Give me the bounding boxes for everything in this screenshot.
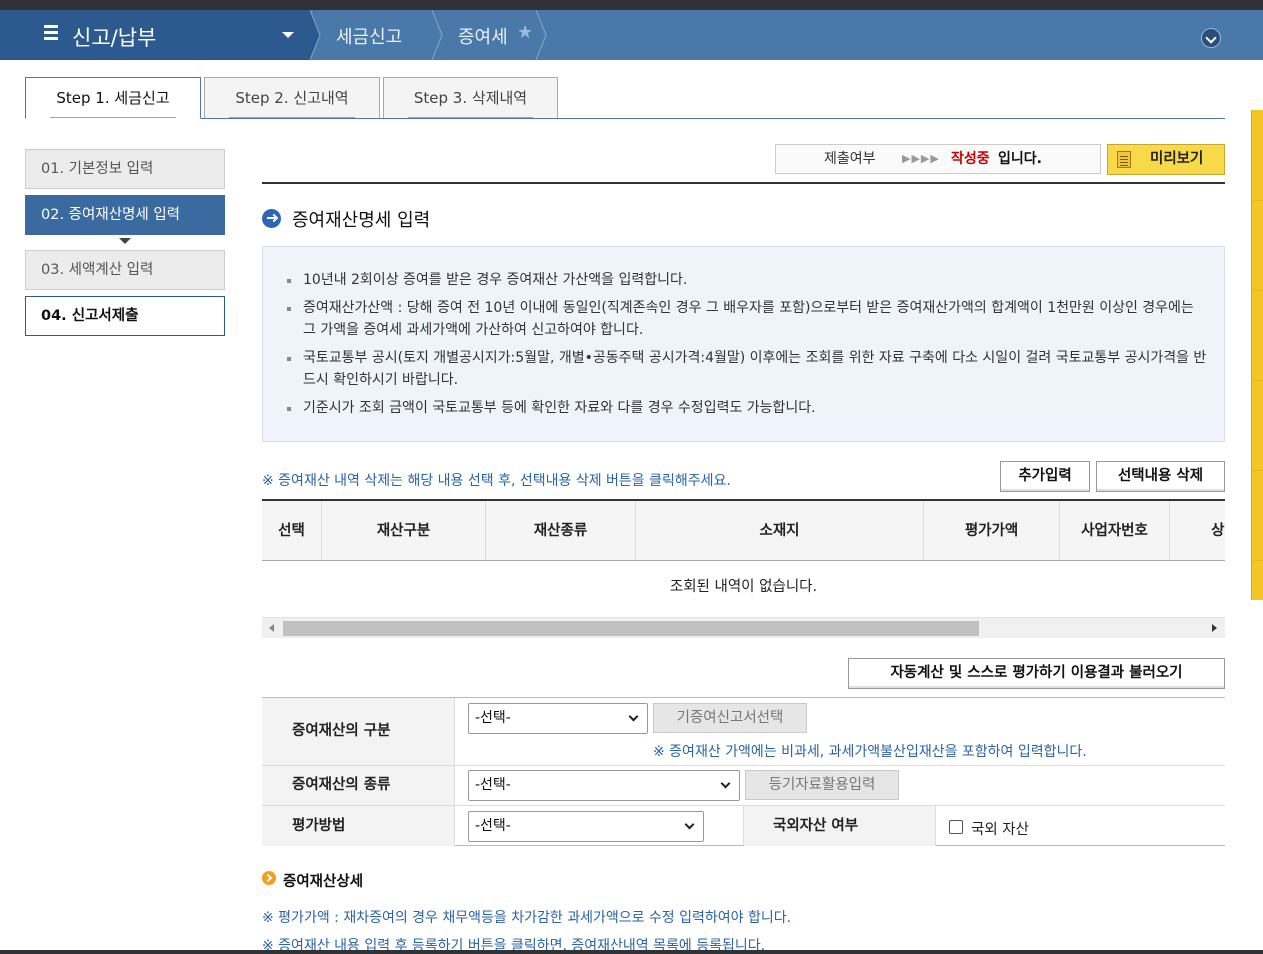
tab-step1-label: Step 1. 세금신고 <box>56 89 170 107</box>
type-label: 증여재산의 종류 <box>262 766 454 805</box>
category-tip: ※ 증여재산 가액에는 비과세, 과세가액불산입재산을 포함하여 입력합니다. <box>653 744 1087 760</box>
chevron-down-icon <box>720 778 731 789</box>
column-header-business-no: 사업자번호 <box>1060 501 1170 560</box>
tab-underline <box>408 117 533 118</box>
status-value: 작성중 <box>951 151 990 167</box>
hamburger-icon <box>44 25 58 40</box>
method-select-value: -선택- <box>475 818 511 834</box>
category-select-value: -선택- <box>475 710 511 726</box>
add-input-button[interactable]: 추가입력 <box>1000 461 1090 492</box>
column-divider <box>935 806 936 846</box>
panel-divider <box>1252 560 1263 561</box>
property-table-header: 선택 재산구분 재산종류 소재지 평가가액 사업자번호 상호 <box>262 499 1225 561</box>
column-divider <box>454 698 455 846</box>
notice-box: 10년내 2회이상 증여를 받은 경우 증여재산 가산액을 입력합니다. 증여재… <box>262 246 1225 442</box>
overseas-checkbox[interactable] <box>949 820 963 834</box>
column-header-trade-name: 상호 <box>1170 501 1225 560</box>
category-select[interactable]: -선택- <box>468 703 648 734</box>
chevron-down-icon <box>684 819 695 830</box>
preview-button-label: 미리보기 <box>1150 151 1204 167</box>
breadcrumb-separator-icon <box>432 10 443 60</box>
row-divider <box>262 765 1225 766</box>
horizontal-scrollbar[interactable] <box>262 617 1225 638</box>
notice-item: 10년내 2회이상 증여를 받은 경우 증여재산 가산액을 입력합니다. <box>287 269 1207 291</box>
column-header-select: 선택 <box>262 501 322 560</box>
column-divider <box>743 806 744 846</box>
type-select[interactable]: -선택- <box>468 770 740 801</box>
tab-step2[interactable]: Step 2. 신고내역 <box>204 77 380 118</box>
chevron-down-icon <box>628 711 639 722</box>
column-header-location: 소재지 <box>636 501 924 560</box>
load-auto-calc-button[interactable]: 자동계산 및 스스로 평가하기 이용결과 불러오기 <box>848 658 1225 689</box>
right-side-panel[interactable] <box>1251 110 1263 600</box>
delete-instruction: ※ 증여재산 내역 삭제는 해당 내용 선택 후, 선택내용 삭제 버튼을 클릭… <box>262 473 731 489</box>
menu-title: 신고/납부 <box>72 26 157 50</box>
overseas-label-text: 국외자산 여부 <box>773 818 859 834</box>
sidebar-item-tax-calc[interactable]: 03. 세액계산 입력 <box>25 250 225 290</box>
status-suffix: 입니다. <box>998 151 1042 167</box>
step-tabs: Step 1. 세금신고 Step 2. 신고내역 Step 3. 삭제내역 <box>25 77 1225 119</box>
notice-item: 증여재산가산액 : 당해 증여 전 10년 이내에 동일인(직계존속인 경우 그… <box>287 297 1207 341</box>
sidebar-item-basic-info[interactable]: 01. 기본정보 입력 <box>25 149 225 189</box>
scroll-left-icon[interactable] <box>269 624 274 632</box>
submission-status: 제출여부 ▶▶▶▶ 작성중 입니다. <box>775 144 1101 174</box>
section-title-text: 증여재산명세 입력 <box>292 210 431 231</box>
table-empty-message: 조회된 내역이 없습니다. <box>669 579 818 595</box>
breadcrumb-tax-return[interactable]: 세금신고 <box>336 23 402 49</box>
tab-step3-label: Step 3. 삭제내역 <box>413 89 528 107</box>
category-label-text: 증여재산의 구분 <box>292 723 391 739</box>
favorite-star-icon[interactable]: ★ <box>517 22 533 43</box>
type-label-text: 증여재산의 종류 <box>292 777 391 793</box>
tab-underline <box>50 117 176 118</box>
registry-input-button[interactable]: 등기자료활용입력 <box>745 770 899 800</box>
tab-step1[interactable]: Step 1. 세금신고 <box>25 77 201 119</box>
preview-button[interactable]: 미리보기 <box>1107 144 1225 175</box>
status-label: 제출여부 <box>824 151 876 167</box>
breadcrumb-gift-tax[interactable]: 증여세 <box>458 23 508 49</box>
category-label: 증여재산의 구분 <box>262 698 454 765</box>
delete-selected-button[interactable]: 선택내용 삭제 <box>1096 461 1225 492</box>
notice-item: 기준시가 조회 금액이 국토교통부 등에 확인한 자료와 다를 경우 수정입력도… <box>287 397 1207 419</box>
caret-down-icon <box>282 32 294 38</box>
method-select[interactable]: -선택- <box>468 811 704 842</box>
status-arrows: ▶▶▶▶ <box>902 152 940 165</box>
scroll-right-icon[interactable] <box>1212 624 1217 632</box>
scrollbar-thumb[interactable] <box>283 621 979 636</box>
panel-divider <box>1252 290 1263 291</box>
column-header-valuation: 평가가액 <box>924 501 1060 560</box>
window-top-strip <box>0 0 1263 10</box>
document-icon <box>1117 151 1131 168</box>
type-select-value: -선택- <box>475 777 511 793</box>
select-prior-return-button[interactable]: 기증여신고서선택 <box>653 703 807 733</box>
expand-chevron-icon[interactable] <box>1201 28 1221 48</box>
panel-divider <box>1252 200 1263 201</box>
overseas-label: 국외자산 여부 <box>743 806 935 846</box>
panel-divider <box>1252 470 1263 471</box>
overseas-checkbox-label[interactable]: 국외 자산 <box>971 818 1029 839</box>
sidebar-item-gift-property[interactable]: 02. 증여재산명세 입력 <box>25 195 225 235</box>
arrow-circle-icon <box>262 871 276 885</box>
top-navigation-bar: 신고/납부 세금신고 증여세 ★ <box>0 10 1263 60</box>
gift-property-form: 증여재산의 구분 증여재산의 종류 평가방법 국외자산 여부 -선택- 기증여신… <box>262 697 1225 846</box>
notice-item: 국토교통부 공시(토지 개별공시지가:5월말, 개별•공동주택 공시가격:4월말… <box>287 347 1207 391</box>
detail-note: ※ 평가가액 : 재차증여의 경우 채무액등을 차가감한 과세가액으로 수정 입… <box>262 910 792 926</box>
method-label: 평가방법 <box>262 806 454 846</box>
tab-underline <box>229 117 355 118</box>
menu-button[interactable]: 신고/납부 <box>0 10 310 60</box>
divider <box>262 182 1225 184</box>
column-header-category: 재산구분 <box>322 501 486 560</box>
tab-step3[interactable]: Step 3. 삭제내역 <box>383 77 558 118</box>
current-step-arrow-icon <box>119 238 131 244</box>
column-header-type: 재산종류 <box>486 501 636 560</box>
method-label-text: 평가방법 <box>292 818 346 834</box>
window-bottom-strip <box>0 950 1263 954</box>
detail-section-title-text: 증여재산상세 <box>283 874 364 890</box>
breadcrumb-separator-icon <box>310 10 321 60</box>
tab-step2-label: Step 2. 신고내역 <box>235 89 349 107</box>
breadcrumb-separator-icon <box>536 10 547 60</box>
sidebar-item-submit[interactable]: 04. 신고서제출 <box>25 296 225 336</box>
arrow-circle-icon <box>262 209 281 228</box>
panel-divider <box>1252 380 1263 381</box>
